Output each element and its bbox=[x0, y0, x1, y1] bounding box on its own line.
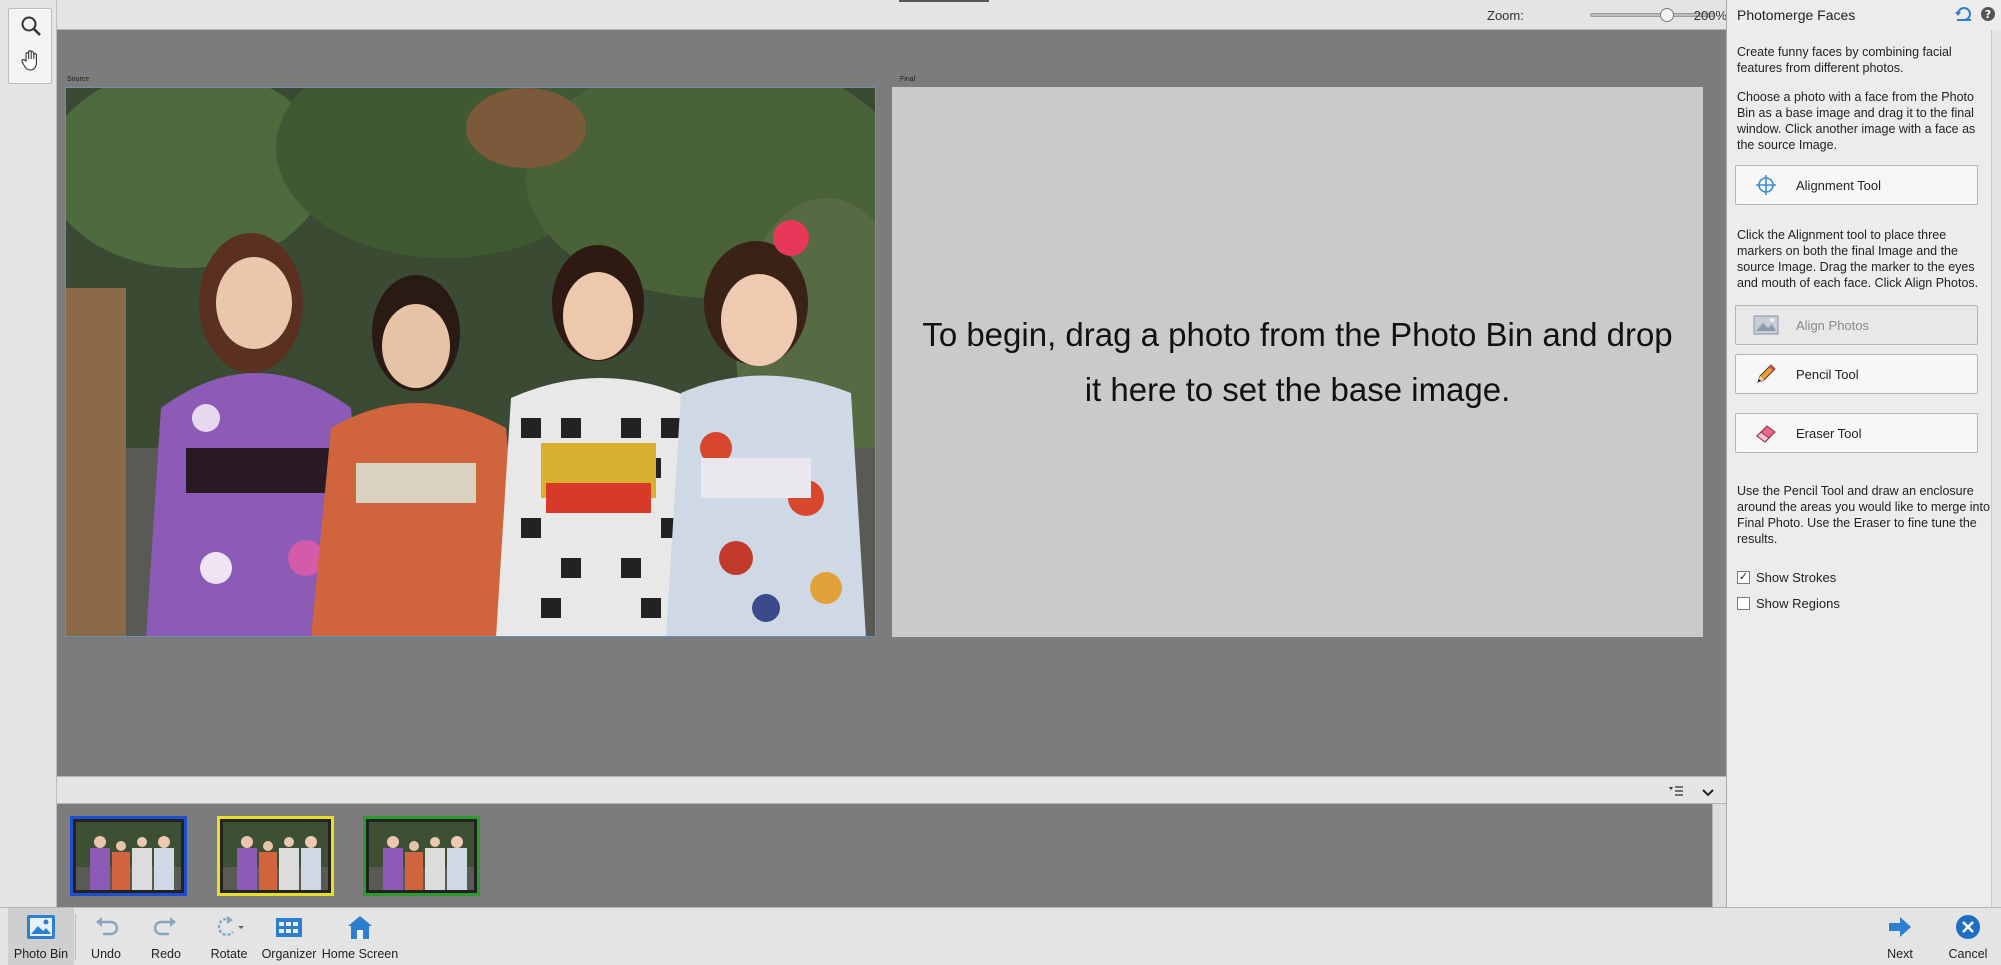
hand-tool-button[interactable] bbox=[16, 47, 46, 77]
chevron-down-icon[interactable] bbox=[1702, 785, 1714, 803]
rotate-button[interactable]: Rotate bbox=[206, 908, 252, 965]
align-photos-label: Align Photos bbox=[1796, 317, 1869, 333]
bin-thumbnail[interactable] bbox=[70, 816, 187, 896]
organizer-label: Organizer bbox=[261, 947, 317, 961]
photo-bin-icon bbox=[26, 908, 56, 946]
next-label: Next bbox=[1887, 947, 1913, 961]
photo-bin-scrollbar[interactable] bbox=[1712, 804, 1726, 907]
bottom-toolbar: Photo Bin Undo Redo Rotate Organizer Hom… bbox=[0, 907, 2001, 965]
drop-instruction: To begin, drag a photo from the Photo Bi… bbox=[922, 316, 1673, 408]
toolbar-divider bbox=[75, 914, 76, 960]
next-button[interactable]: Next bbox=[1882, 908, 1918, 965]
view-tools bbox=[8, 8, 52, 84]
show-strokes-checkbox[interactable]: ✓ Show Strokes bbox=[1737, 570, 1836, 585]
cancel-button[interactable]: Cancel bbox=[1946, 908, 1990, 965]
source-image[interactable] bbox=[65, 87, 876, 637]
align-photos-button[interactable]: Align Photos bbox=[1735, 305, 1978, 345]
show-regions-check[interactable] bbox=[1737, 597, 1750, 610]
hand-icon bbox=[19, 48, 43, 77]
redo-icon bbox=[153, 908, 179, 946]
redo-label: Redo bbox=[151, 947, 181, 961]
photo-bin-bar bbox=[57, 776, 1726, 804]
undo-icon bbox=[93, 908, 119, 946]
alignment-tool-label: Alignment Tool bbox=[1796, 177, 1882, 193]
bin-options-icon[interactable] bbox=[1668, 784, 1684, 802]
organizer-button[interactable]: Organizer bbox=[262, 908, 316, 965]
source-pane-label: Source bbox=[67, 76, 90, 83]
zoom-slider-thumb[interactable] bbox=[1660, 8, 1675, 22]
top-handle bbox=[899, 0, 989, 2]
bin-thumbnail[interactable] bbox=[217, 816, 334, 896]
home-screen-button[interactable]: Home Screen bbox=[322, 908, 398, 965]
rotate-icon bbox=[213, 908, 245, 946]
panel-scrollbar[interactable] bbox=[1991, 30, 2001, 907]
checkmark-icon: ✓ bbox=[1738, 571, 1749, 583]
source-photo bbox=[66, 88, 875, 636]
panel-intro-text: Create funny faces by combining facial f… bbox=[1737, 45, 1952, 75]
arrow-right-icon bbox=[1887, 908, 1913, 946]
top-options-bar: Zoom: 200% bbox=[57, 0, 1727, 30]
pencil-help-text: Use the Pencil Tool and draw an enclosur… bbox=[1737, 484, 1990, 546]
undo-button[interactable]: Undo bbox=[88, 908, 124, 965]
redo-button[interactable]: Redo bbox=[148, 908, 184, 965]
panel-instructions-text: Choose a photo with a face from the Phot… bbox=[1737, 90, 1976, 152]
close-icon bbox=[1955, 908, 1981, 946]
final-image-drop-area[interactable]: To begin, drag a photo from the Photo Bi… bbox=[892, 87, 1703, 637]
pencil-tool-button[interactable]: Pencil Tool bbox=[1735, 354, 1978, 394]
help-icon[interactable]: ? bbox=[1980, 6, 1996, 27]
photomerge-faces-window: Zoom: 200% Source Final To begin, drag a… bbox=[0, 0, 2001, 965]
final-pane-label: Final bbox=[900, 76, 916, 83]
cancel-label: Cancel bbox=[1948, 947, 1988, 961]
photo-bin bbox=[57, 804, 1726, 907]
zoom-tool-button[interactable] bbox=[16, 13, 46, 43]
home-icon bbox=[346, 908, 374, 946]
reset-panel-icon[interactable] bbox=[1955, 6, 1973, 27]
home-screen-label: Home Screen bbox=[321, 947, 399, 961]
alignment-tool-button[interactable]: Alignment Tool bbox=[1735, 165, 1978, 205]
eraser-tool-button[interactable]: Eraser Tool bbox=[1735, 413, 1978, 453]
align-photos-icon bbox=[1736, 315, 1796, 335]
pencil-icon bbox=[1736, 362, 1796, 386]
magnifier-icon bbox=[20, 15, 42, 42]
alignment-help-text: Click the Alignment tool to place three … bbox=[1737, 228, 1979, 290]
zoom-label: Zoom: bbox=[1487, 8, 1524, 23]
organizer-icon bbox=[275, 908, 303, 946]
show-strokes-label: Show Strokes bbox=[1756, 570, 1837, 585]
crosshair-icon bbox=[1736, 174, 1796, 196]
rotate-label: Rotate bbox=[210, 947, 248, 961]
eraser-icon bbox=[1736, 421, 1796, 445]
panel-title: Photomerge Faces bbox=[1737, 7, 1856, 23]
svg-text:?: ? bbox=[1985, 8, 1991, 21]
zoom-value: 200% bbox=[1693, 8, 1727, 23]
show-strokes-check[interactable]: ✓ bbox=[1737, 571, 1750, 584]
undo-label: Undo bbox=[91, 947, 121, 961]
show-regions-label: Show Regions bbox=[1756, 596, 1840, 611]
photo-bin-label: Photo Bin bbox=[13, 947, 69, 961]
canvas-area: Source Final To begin, drag a photo from… bbox=[57, 31, 1726, 776]
bin-thumbnail[interactable] bbox=[363, 816, 480, 896]
photomerge-faces-panel: Photomerge Faces ? Create funny faces by… bbox=[1726, 0, 2001, 907]
eraser-tool-label: Eraser Tool bbox=[1796, 425, 1862, 441]
pencil-tool-label: Pencil Tool bbox=[1796, 366, 1859, 382]
tool-strip bbox=[0, 0, 57, 907]
show-regions-checkbox[interactable]: Show Regions bbox=[1737, 596, 1840, 611]
photo-bin-button[interactable]: Photo Bin bbox=[8, 908, 74, 965]
